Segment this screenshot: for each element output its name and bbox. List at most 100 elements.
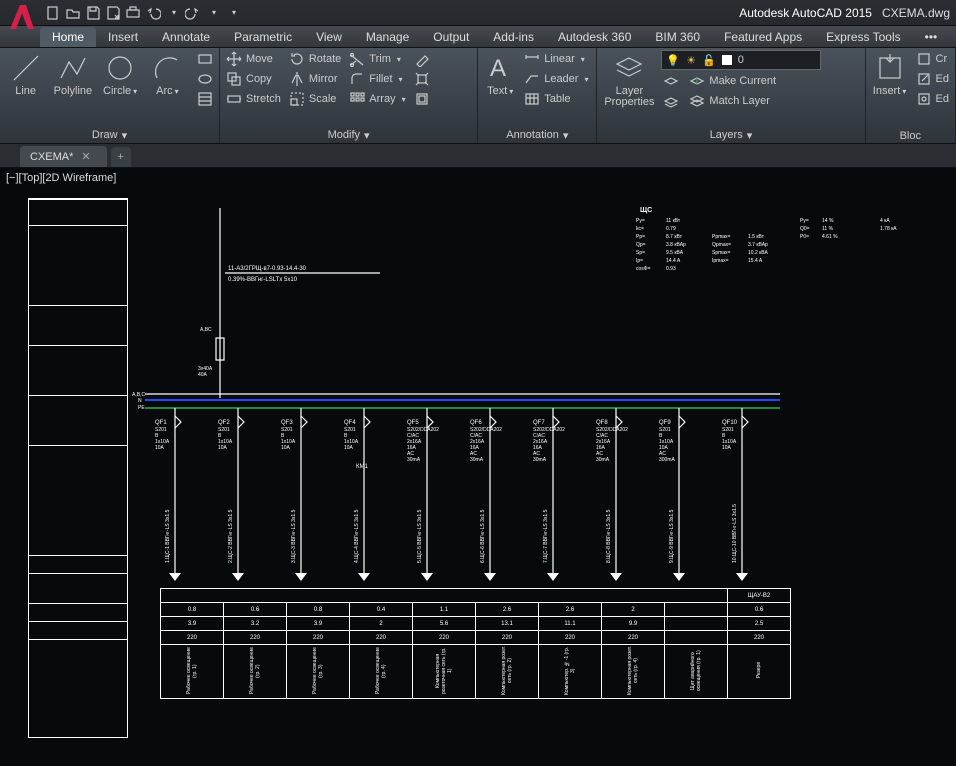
- saveas-icon[interactable]: [104, 4, 122, 22]
- text-icon: A: [484, 52, 516, 84]
- chevron-down-icon[interactable]: ▾: [747, 129, 753, 142]
- move-button[interactable]: Move: [224, 50, 283, 68]
- svg-text:5.ЩС-5 ВВГнг-LS 3x1.5: 5.ЩС-5 ВВГнг-LS 3x1.5: [417, 509, 423, 563]
- tab-home[interactable]: Home: [40, 27, 96, 47]
- explode-icon[interactable]: [412, 70, 432, 88]
- drawing-canvas[interactable]: [−][Top][2D Wireframe] 11-А3/2ГРЩ-в7-0.9…: [0, 168, 956, 766]
- block-create[interactable]: Cr: [914, 50, 951, 68]
- rotate-button[interactable]: Rotate: [287, 50, 343, 68]
- svg-text:QF10: QF10: [722, 420, 738, 426]
- hatch-icon[interactable]: [195, 90, 215, 108]
- table-button[interactable]: Table: [522, 90, 590, 108]
- layer-tool-2[interactable]: [661, 92, 681, 110]
- move-icon: [226, 51, 242, 67]
- close-icon[interactable]: ✕: [81, 150, 90, 163]
- linear-dim-button[interactable]: Linear: [522, 50, 590, 68]
- tab-output[interactable]: Output: [421, 27, 481, 47]
- svg-text:0.93: 0.93: [666, 266, 676, 272]
- tab-featured[interactable]: Featured Apps: [712, 27, 814, 47]
- tab-addins[interactable]: Add-ins: [481, 27, 546, 47]
- chevron-down-icon[interactable]: ▾: [364, 129, 370, 142]
- svg-text:3.8 кВАр: 3.8 кВАр: [666, 242, 686, 248]
- layer-props-button[interactable]: Layer Properties: [601, 50, 657, 108]
- fillet-button[interactable]: Fillet: [347, 70, 407, 88]
- tab-insert[interactable]: Insert: [96, 27, 150, 47]
- chevron-down-icon[interactable]: ▾: [563, 129, 569, 142]
- match-layer-button[interactable]: Match Layer: [687, 92, 778, 110]
- panel-layers: Layer Properties 💡 ☀ 🔓 0 Make Curre: [597, 48, 865, 143]
- save-icon[interactable]: [84, 4, 102, 22]
- offset-icon[interactable]: [412, 90, 432, 108]
- svg-text:1.78 кА: 1.78 кА: [880, 226, 897, 232]
- tab-a360[interactable]: Autodesk 360: [546, 27, 643, 47]
- arc-button[interactable]: Arc: [146, 50, 189, 97]
- copy-button[interactable]: Copy: [224, 70, 283, 88]
- svg-text:Iр=: Iр=: [636, 258, 643, 264]
- svg-text:10A: 10A: [722, 445, 732, 451]
- svg-text:A: A: [490, 55, 506, 82]
- trim-button[interactable]: Trim: [347, 50, 407, 68]
- block-edit[interactable]: Ed: [914, 70, 951, 88]
- ellipse-icon[interactable]: [195, 70, 215, 88]
- insert-block-button[interactable]: Insert: [870, 50, 910, 97]
- svg-text:Spmax=: Spmax=: [712, 250, 731, 256]
- redo-icon[interactable]: [184, 4, 202, 22]
- panel-draw-title: Draw: [92, 129, 118, 142]
- make-current-button[interactable]: Make Current: [687, 72, 778, 90]
- erase-icon[interactable]: [412, 50, 432, 68]
- feeder-table: ЩАУ-В2 0.80.60.80.41.12.62.620.6 3.93.23…: [160, 588, 791, 699]
- tab-manage[interactable]: Manage: [354, 27, 421, 47]
- svg-text:14.4 A: 14.4 A: [666, 258, 681, 264]
- svg-text:QF5: QF5: [407, 420, 419, 426]
- arc-icon: [151, 52, 183, 84]
- svg-text:8.7 кВт: 8.7 кВт: [666, 234, 683, 240]
- svg-text:10A: 10A: [344, 445, 354, 451]
- tab-view[interactable]: View: [304, 27, 354, 47]
- doc-tab[interactable]: CXEMA* ✕: [20, 146, 107, 167]
- array-icon: [349, 91, 365, 107]
- rect-icon[interactable]: [195, 50, 215, 68]
- tab-bim360[interactable]: BIM 360: [643, 27, 712, 47]
- doc-title: CXEMA.dwg: [882, 6, 950, 20]
- svg-text:8.ЩС-8 ВВГнг-LS 3x1.5: 8.ЩС-8 ВВГнг-LS 3x1.5: [606, 509, 612, 563]
- redo-drop-icon[interactable]: [204, 4, 222, 22]
- polyline-button[interactable]: Polyline: [51, 50, 94, 97]
- app-logo[interactable]: [6, 1, 38, 33]
- leader-button[interactable]: Leader: [522, 70, 590, 88]
- plot-icon[interactable]: [124, 4, 142, 22]
- scale-button[interactable]: Scale: [287, 90, 343, 108]
- circle-icon: [104, 52, 136, 84]
- svg-text:30mA: 30mA: [407, 457, 421, 463]
- quick-access-toolbar: [44, 4, 242, 22]
- qat-custom-icon[interactable]: [224, 4, 242, 22]
- svg-text:300mA: 300mA: [659, 457, 676, 463]
- text-button[interactable]: A Text: [482, 50, 518, 97]
- array-button[interactable]: Array: [347, 90, 407, 108]
- tab-express[interactable]: Express Tools: [814, 27, 912, 47]
- circle-button[interactable]: Circle: [99, 50, 142, 97]
- undo-drop-icon[interactable]: [164, 4, 182, 22]
- svg-text:ЩС: ЩС: [640, 207, 652, 214]
- panel-modify: Move Copy Stretch Rotate Mirror Scale Tr…: [220, 48, 478, 143]
- new-icon[interactable]: [44, 4, 62, 22]
- panel-modify-title: Modify: [328, 129, 360, 142]
- new-tab-button[interactable]: +: [111, 147, 131, 167]
- svg-text:Ppmax=: Ppmax=: [712, 234, 731, 240]
- tab-parametric[interactable]: Parametric: [222, 27, 304, 47]
- block-edit2[interactable]: Ed: [914, 90, 951, 108]
- svg-text:Qр=: Qр=: [636, 242, 646, 248]
- tab-overflow[interactable]: •••: [913, 27, 950, 47]
- layer-tool-1[interactable]: [661, 72, 681, 90]
- undo-icon[interactable]: [144, 4, 162, 22]
- svg-text:Qpmax=: Qpmax=: [712, 242, 731, 248]
- chevron-down-icon[interactable]: ▾: [122, 129, 128, 142]
- sun-icon: ☀: [686, 54, 696, 67]
- mirror-button[interactable]: Mirror: [287, 70, 343, 88]
- layer-combo[interactable]: 💡 ☀ 🔓 0: [661, 50, 821, 70]
- stretch-button[interactable]: Stretch: [224, 90, 283, 108]
- line-button[interactable]: Line: [4, 50, 47, 97]
- svg-text:4 кА: 4 кА: [880, 218, 890, 224]
- tab-annotate[interactable]: Annotate: [150, 27, 222, 47]
- open-icon[interactable]: [64, 4, 82, 22]
- svg-text:QF1: QF1: [155, 420, 167, 426]
